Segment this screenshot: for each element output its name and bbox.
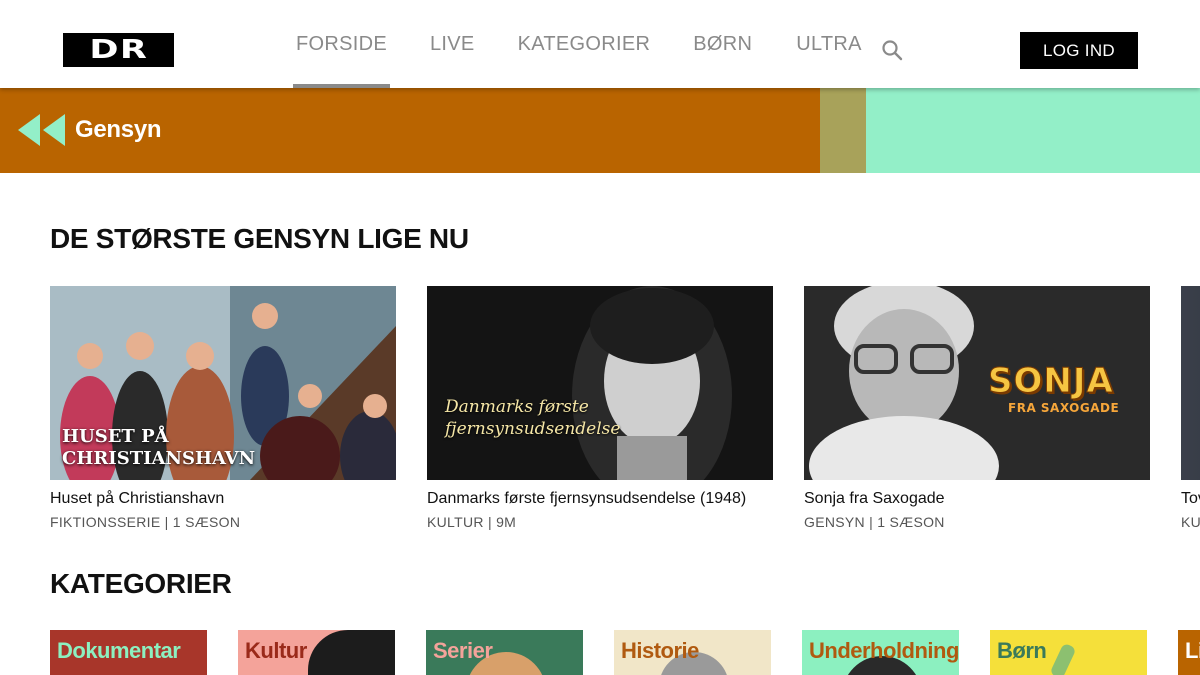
card-thumbnail[interactable]: SONJA FRA SAXOGADE [804, 286, 1150, 480]
card-title[interactable]: Danmarks første fjernsynsudsendelse (194… [427, 490, 773, 508]
top-navigation-bar: DR FORSIDE LIVE KATEGORIER BØRN ULTRA LO… [0, 0, 1200, 88]
card-huset-paa-christianshavn[interactable]: HUSET PÅ CHRISTIANSHAVN Huset på Christi… [50, 286, 396, 530]
category-label: Dokumentar [57, 638, 181, 663]
category-label: Kultur [245, 638, 307, 663]
category-serier[interactable]: Serier [426, 630, 583, 675]
nav-kategorier[interactable]: KATEGORIER [518, 0, 651, 88]
section-title-categories: KATEGORIER [50, 568, 232, 599]
nav-boern[interactable]: BØRN [693, 0, 752, 88]
category-label: Serier [433, 638, 493, 663]
category-label: Li [1185, 638, 1200, 663]
card-title[interactable]: Tov [1181, 490, 1200, 508]
overlay-big-text: SONJA [987, 361, 1114, 402]
card-danmarks-foerste-fjernsynsudsendelse[interactable]: Danmarks første fjernsynsudsendelse Danm… [427, 286, 773, 530]
overlay-text: Danmarks første fjernsynsudsendelse [445, 397, 621, 439]
category-label: Historie [621, 638, 699, 663]
card-partial-next[interactable]: Tov KU [1181, 286, 1200, 530]
main-nav: FORSIDE LIVE KATEGORIER BØRN ULTRA [293, 0, 862, 88]
banner-title: Gensyn [75, 116, 162, 143]
banner-olive-block [820, 88, 866, 173]
thumbnail-overlay-title: Danmarks første fjernsynsudsendelse [445, 396, 620, 440]
nav-forside[interactable]: FORSIDE [293, 0, 390, 88]
banner-mint-block [866, 88, 1200, 173]
thumbnail-overlay-title: SONJA FRA SAXOGADE [987, 361, 1120, 416]
dr-logo[interactable]: DR [63, 33, 174, 67]
category-label: Underholdning [809, 638, 959, 663]
card-meta: KU [1181, 514, 1200, 530]
logo-text: DR [89, 35, 148, 65]
card-meta: FIKTIONSSERIE | 1 SÆSON [50, 514, 241, 530]
overlay-small-text: FRA SAXOGADE [1008, 401, 1120, 415]
card-thumbnail[interactable]: HUSET PÅ CHRISTIANSHAVN [50, 286, 396, 480]
category-dokumentar[interactable]: Dokumentar [50, 630, 207, 675]
card-thumbnail[interactable] [1181, 286, 1200, 480]
overlay-text: HUSET PÅ CHRISTIANSHAVN [62, 426, 256, 469]
search-icon[interactable] [881, 39, 903, 61]
category-image [308, 630, 395, 675]
category-image [1049, 642, 1077, 675]
card-title[interactable]: Huset på Christianshavn [50, 490, 396, 508]
card-title[interactable]: Sonja fra Saxogade [804, 490, 1150, 508]
category-historie[interactable]: Historie [614, 630, 771, 675]
category-underholdning[interactable]: Underholdning [802, 630, 959, 675]
card-meta: KULTUR | 9M [427, 514, 517, 530]
login-button[interactable]: LOG IND [1020, 32, 1138, 69]
category-label: Børn [997, 638, 1047, 663]
rewind-icon [18, 114, 65, 146]
card-thumbnail[interactable]: Danmarks første fjernsynsudsendelse [427, 286, 773, 480]
card-meta: GENSYN | 1 SÆSON [804, 514, 945, 530]
nav-live[interactable]: LIVE [430, 0, 475, 88]
category-boern[interactable]: Børn [990, 630, 1147, 675]
gensyn-banner: Gensyn [0, 88, 1200, 173]
card-sonja-fra-saxogade[interactable]: SONJA FRA SAXOGADE Sonja fra Saxogade GE… [804, 286, 1150, 530]
category-kultur[interactable]: Kultur [238, 630, 395, 675]
section-title-top: DE STØRSTE GENSYN LIGE NU [50, 223, 469, 254]
thumbnail-overlay-title: HUSET PÅ CHRISTIANSHAVN [62, 426, 255, 470]
nav-ultra[interactable]: ULTRA [796, 0, 862, 88]
category-partial-next[interactable]: Li [1178, 630, 1200, 675]
thumbnail-illustration [427, 286, 773, 480]
